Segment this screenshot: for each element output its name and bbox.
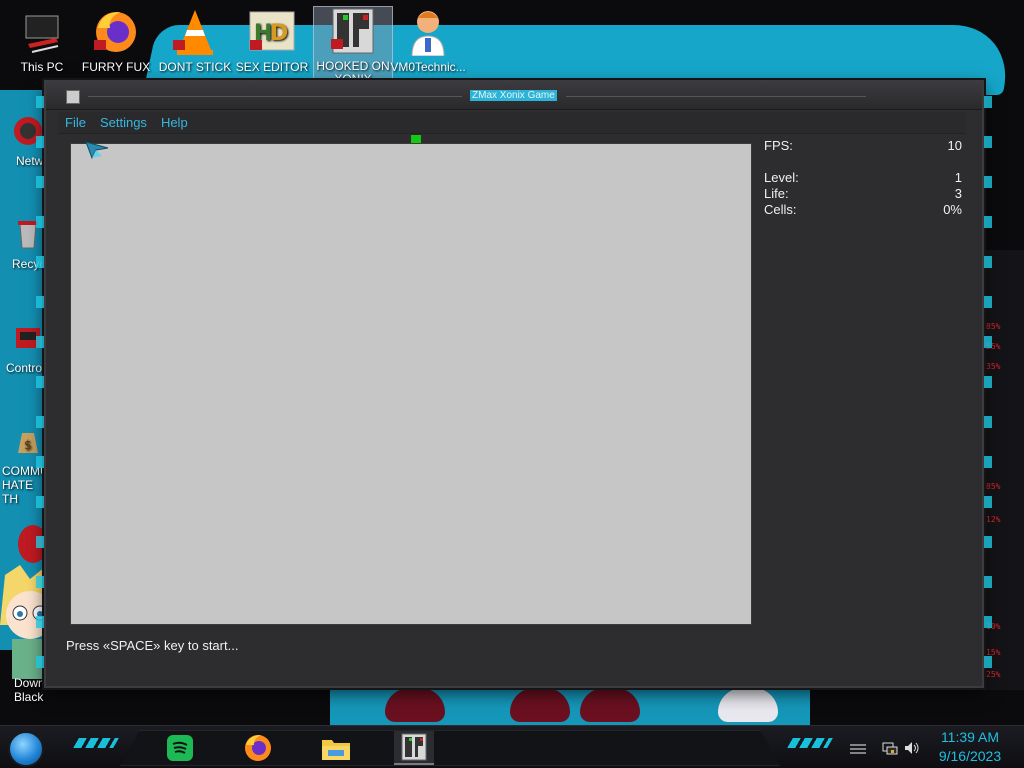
desktop-icon-label: VM0Technic... (390, 60, 466, 74)
stat-label: Level: (764, 170, 799, 185)
menu-bar: File Settings Help (58, 112, 966, 134)
desktop-icon-label: SEX EDITOR (235, 60, 309, 74)
menu-settings[interactable]: Settings (93, 115, 154, 130)
doctor-icon (411, 11, 445, 57)
stat-cells: Cells: 0% (764, 202, 962, 218)
desktop-icon-dont-stick[interactable]: DONT STICK THIS IN YO... (155, 8, 235, 74)
computer-icon (25, 15, 59, 53)
taskbar-app-tray (120, 730, 780, 766)
xonix-game-window[interactable]: ZMax Xonix Game File Settings Help FPS: … (36, 80, 992, 688)
desktop-icon-this-pc[interactable]: This PC (2, 8, 82, 74)
stat-life: Life: 3 (764, 186, 962, 202)
firefox-icon (245, 735, 271, 761)
svg-text:D: D (270, 21, 288, 46)
firefox-icon (94, 12, 136, 52)
wallpaper-shoe (510, 688, 570, 722)
taskbar-decoration (73, 738, 119, 748)
clock-date: 9/16/2023 (938, 748, 1002, 764)
wallpaper-shoe (580, 688, 640, 722)
taskbar-xonix[interactable] (394, 731, 434, 765)
stat-value: 0% (943, 202, 962, 217)
hxd-icon: H D (249, 11, 295, 51)
stat-label: FPS: (764, 138, 793, 153)
titlebar-decoration (88, 96, 462, 97)
game-playfield[interactable] (70, 143, 752, 625)
desktop-icon-label: FURRY FUX (81, 60, 151, 74)
stat-fps: FPS: 10 (764, 138, 962, 154)
enemy-ball-icon (85, 141, 109, 160)
taskbar-decoration (787, 738, 833, 748)
xonix-icon (401, 733, 427, 761)
status-message: Press «SPACE» key to start... (66, 638, 239, 653)
taskbar-clock[interactable]: 11:39 AM 9/16/2023 (930, 728, 1010, 766)
app-icon (66, 90, 80, 104)
file-explorer-icon (322, 740, 350, 760)
desktop-icon-label: HOOKED ON XONIX (316, 59, 390, 82)
menu-file[interactable]: File (58, 115, 93, 130)
stat-label: Life: (764, 186, 789, 201)
window-title: ZMax Xonix Game (470, 90, 557, 101)
tray-chevron-icon[interactable] (850, 741, 866, 755)
window-titlebar[interactable]: ZMax Xonix Game (46, 82, 982, 110)
window-edge-decoration (984, 82, 992, 686)
spotify-icon (167, 735, 193, 761)
desktop-icon-label: This PC (20, 60, 64, 74)
taskbar-firefox[interactable] (238, 731, 278, 765)
wallpaper-shoe (718, 688, 778, 722)
stat-value: 1 (954, 170, 962, 185)
stats-panel: FPS: 10 Level: 1 Life: 3 Cells: 0% (764, 138, 962, 218)
taskbar: 11:39 AM 9/16/2023 (0, 725, 1024, 768)
desktop-icon-furry-fux[interactable]: FURRY FUX (76, 8, 156, 74)
desktop-icon-sex-editor[interactable]: H D SEX EDITOR (232, 8, 312, 74)
vlc-icon (173, 10, 213, 55)
xonix-icon (331, 8, 374, 54)
network-tray-icon[interactable] (882, 741, 898, 755)
stat-value: 10 (947, 138, 962, 153)
stat-value: 3 (954, 186, 962, 201)
desktop-icon-hooked-on-xonix[interactable]: HOOKED ON XONIX (313, 6, 393, 82)
taskbar-file-explorer[interactable] (316, 731, 356, 765)
taskbar-spotify[interactable] (160, 731, 200, 765)
stat-label: Cells: (764, 202, 797, 217)
start-button[interactable] (8, 731, 44, 767)
volume-icon[interactable] (904, 741, 920, 755)
wallpaper-shoe (385, 688, 445, 722)
desktop-icon-label: DONT STICK THIS IN YO... (158, 61, 232, 74)
stat-level: Level: 1 (764, 170, 962, 186)
desktop-icon-vm0technic[interactable]: VM0Technic... (388, 8, 468, 74)
svg-text:$: $ (24, 438, 32, 452)
clock-time: 11:39 AM (940, 729, 1000, 745)
titlebar-decoration (566, 96, 866, 97)
menu-help[interactable]: Help (154, 115, 195, 130)
window-edge-decoration (36, 82, 44, 686)
